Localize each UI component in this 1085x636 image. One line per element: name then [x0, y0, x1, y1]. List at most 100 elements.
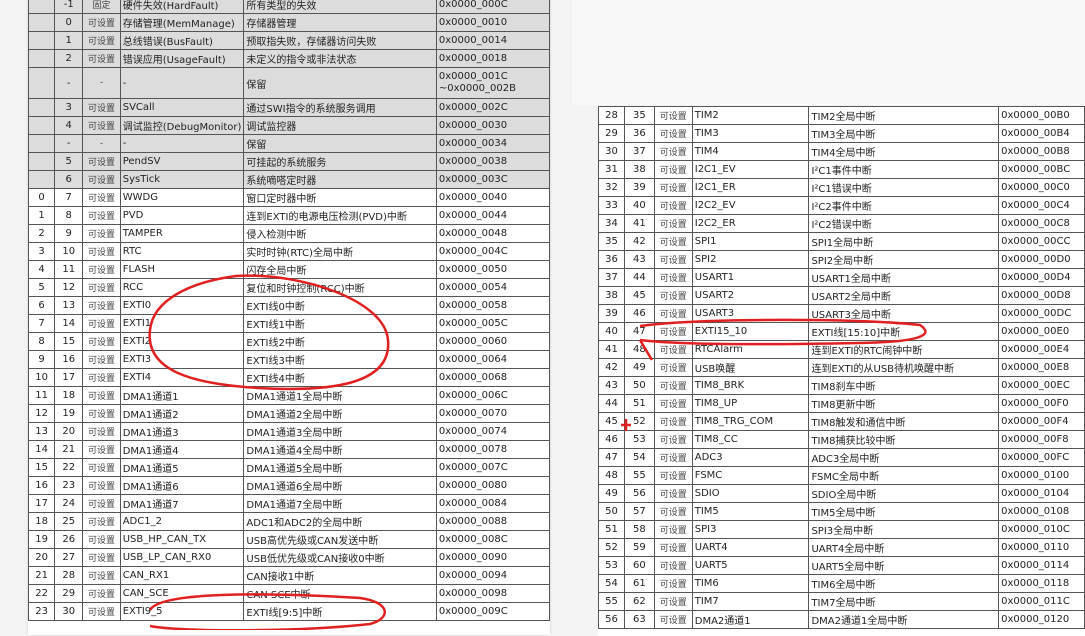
table-cell: 49 [598, 484, 625, 503]
table-row: 1 8 可设置 PVD 连到EXTI的电源电压检测(PVD)中断 0x0000_0044 [28, 206, 550, 225]
table-cell: EXTI0 [119, 296, 245, 315]
table-row: 52 59 可设置 UART4 UART4全局中断 0x0000_0110 [598, 538, 1085, 557]
table-row: 28 35 可设置 TIM2 TIM2全局中断 0x0000_00B0 [598, 106, 1085, 125]
table-cell: 0x0000_0060 [435, 332, 550, 351]
table-cell: DMA1通道6 [119, 476, 245, 495]
table-cell: SPI2 [691, 250, 810, 269]
table-cell: 可设置 [82, 260, 121, 279]
table-cell: 可设置 [82, 49, 121, 68]
table-cell: USB_LP_CAN_RX0 [119, 548, 245, 567]
table-row: 31 38 可设置 I2C1_EV I²C1事件中断 0x0000_00BC [598, 160, 1085, 179]
table-cell: I²C1错误中断 [808, 178, 1000, 197]
table-cell: - [54, 67, 84, 99]
table-cell: 46 [623, 304, 655, 323]
table-cell: DMA1通道5全局中断 [243, 458, 437, 477]
table-cell: 可设置 [82, 530, 121, 549]
table-cell: 可设置 [82, 458, 121, 477]
table-cell: TIM3 [691, 124, 810, 143]
table-cell: 0x0000_00EC [998, 376, 1085, 395]
table-cell: 复位和时钟控制(RCC)中断 [243, 278, 437, 297]
table-cell: 0x0000_0044 [435, 206, 550, 225]
table-cell: USART1 [691, 268, 810, 287]
table-cell: 可设置 [653, 412, 693, 431]
table-cell: 48 [623, 340, 655, 359]
table-cell: DMA1通道4 [119, 440, 245, 459]
table-cell: 59 [623, 538, 655, 557]
table-cell: 可设置 [653, 250, 693, 269]
table-cell: ADC1_2 [119, 512, 245, 531]
table-cell: 0x0000_0098 [435, 584, 550, 603]
table-cell: 0x0000_0034 [435, 134, 550, 153]
table-cell: 25 [54, 512, 84, 531]
left-page: -1 固定 硬件失效(HardFault) 所有类型的失效 0x0000_000C 0 可设… [28, 0, 550, 635]
table-row: 41 48 可设置 RTCAlarm 连到EXTI的RTC闹钟中断 0x0000_00E4 [598, 340, 1085, 359]
table-cell: TIM8_CC [691, 430, 810, 449]
table-cell: TIM3全局中断 [808, 124, 1000, 143]
table-cell: 可设置 [653, 142, 693, 161]
table-row: 51 58 可设置 SPI3 SPI3全局中断 0x0000_010C [598, 520, 1085, 539]
table-cell: 13 [54, 296, 84, 315]
table-cell: EXTI1 [119, 314, 245, 333]
table-cell: 1 [28, 206, 56, 225]
table-cell: TIM4 [691, 142, 810, 161]
table-cell: 35 [598, 232, 625, 251]
table-cell: 60 [623, 556, 655, 575]
table-cell: 49 [623, 358, 655, 377]
table-cell: 57 [623, 502, 655, 521]
table-cell: 0x0000_0050 [435, 260, 550, 279]
table-cell: 33 [598, 196, 625, 215]
table-row: 0 7 可设置 WWDG 窗口定时器中断 0x0000_0040 [28, 188, 550, 207]
table-cell: 10 [54, 242, 84, 261]
table-cell: 41 [623, 214, 655, 233]
table-cell: 可设置 [653, 232, 693, 251]
table-cell: 20 [54, 422, 84, 441]
table-cell: 6 [28, 296, 56, 315]
table-cell: 预取指失败，存储器访问失败 [243, 31, 437, 50]
table-cell: DMA1通道7全局中断 [243, 494, 437, 513]
table-cell: TIM8刹车中断 [808, 376, 1000, 395]
table-cell: 53 [623, 430, 655, 449]
table-cell: 56 [598, 610, 625, 629]
table-cell: 0x0000_0040 [435, 188, 550, 207]
table-cell: 侵入检测中断 [243, 224, 437, 243]
table-cell: 12 [28, 404, 56, 423]
table-cell: 可设置 [653, 160, 693, 179]
table-cell: 7 [54, 188, 84, 207]
table-cell: 0x0000_003C [435, 170, 550, 189]
table-cell: 61 [623, 574, 655, 593]
table-cell: TIM8更新中断 [808, 394, 1000, 413]
table-cell: I²C2错误中断 [808, 214, 1000, 233]
table-row: 23 30 可设置 EXTI9_5 EXTI线[9:5]中断 0x0000_009C [28, 602, 550, 621]
table-cell: EXTI15_10 [691, 322, 810, 341]
blank-area [572, 0, 1085, 105]
table-row: 30 37 可设置 TIM4 TIM4全局中断 0x0000_00B8 [598, 142, 1085, 161]
table-cell: 可设置 [82, 332, 121, 351]
table-cell: 39 [598, 304, 625, 323]
table-row: 9 16 可设置 EXTI3 EXTI线3中断 0x0000_0064 [28, 350, 550, 369]
table-cell: USB低优先级或CAN接收0中断 [243, 548, 437, 567]
table-cell: 0x0000_00F4 [998, 412, 1085, 431]
table-cell: 0x0000_010C [998, 520, 1085, 539]
table-cell: 7 [28, 314, 56, 333]
table-cell: SDIO [691, 484, 810, 503]
table-cell: 通过SWI指令的系统服务调用 [243, 98, 437, 117]
table-cell: 0x0000_00F8 [998, 430, 1085, 449]
table-cell: 连到EXTI的电源电压检测(PVD)中断 [243, 206, 437, 225]
table-cell: 未定义的指令或非法状态 [243, 49, 437, 68]
table-row: 45 52 可设置 TIM8_TRG_COM TIM8触发和通信中断 0x0000_00F… [598, 412, 1085, 431]
right-page: 28 35 可设置 TIM2 TIM2全局中断 0x0000_00B0 29 36 可设置 TIM… [598, 106, 1085, 636]
table-cell: SDIO全局中断 [808, 484, 1000, 503]
table-cell: 0x0000_00FC [998, 448, 1085, 467]
table-cell: 系统嘀嗒定时器 [243, 170, 437, 189]
table-cell: TIM8_TRG_COM [691, 412, 810, 431]
table-cell: EXTI线[9:5]中断 [243, 602, 437, 621]
table-cell: 可设置 [82, 278, 121, 297]
table-cell: 16 [28, 476, 56, 495]
table-cell: 52 [623, 412, 655, 431]
table-cell [28, 13, 56, 32]
table-cell: 0x0000_0010 [435, 13, 550, 32]
table-cell: 6 [54, 170, 84, 189]
table-cell: 0x0000_011C [998, 592, 1085, 611]
table-cell: 总线错误(BusFault) [119, 31, 245, 50]
table-row: 6 13 可设置 EXTI0 EXTI线0中断 0x0000_0058 [28, 296, 550, 315]
